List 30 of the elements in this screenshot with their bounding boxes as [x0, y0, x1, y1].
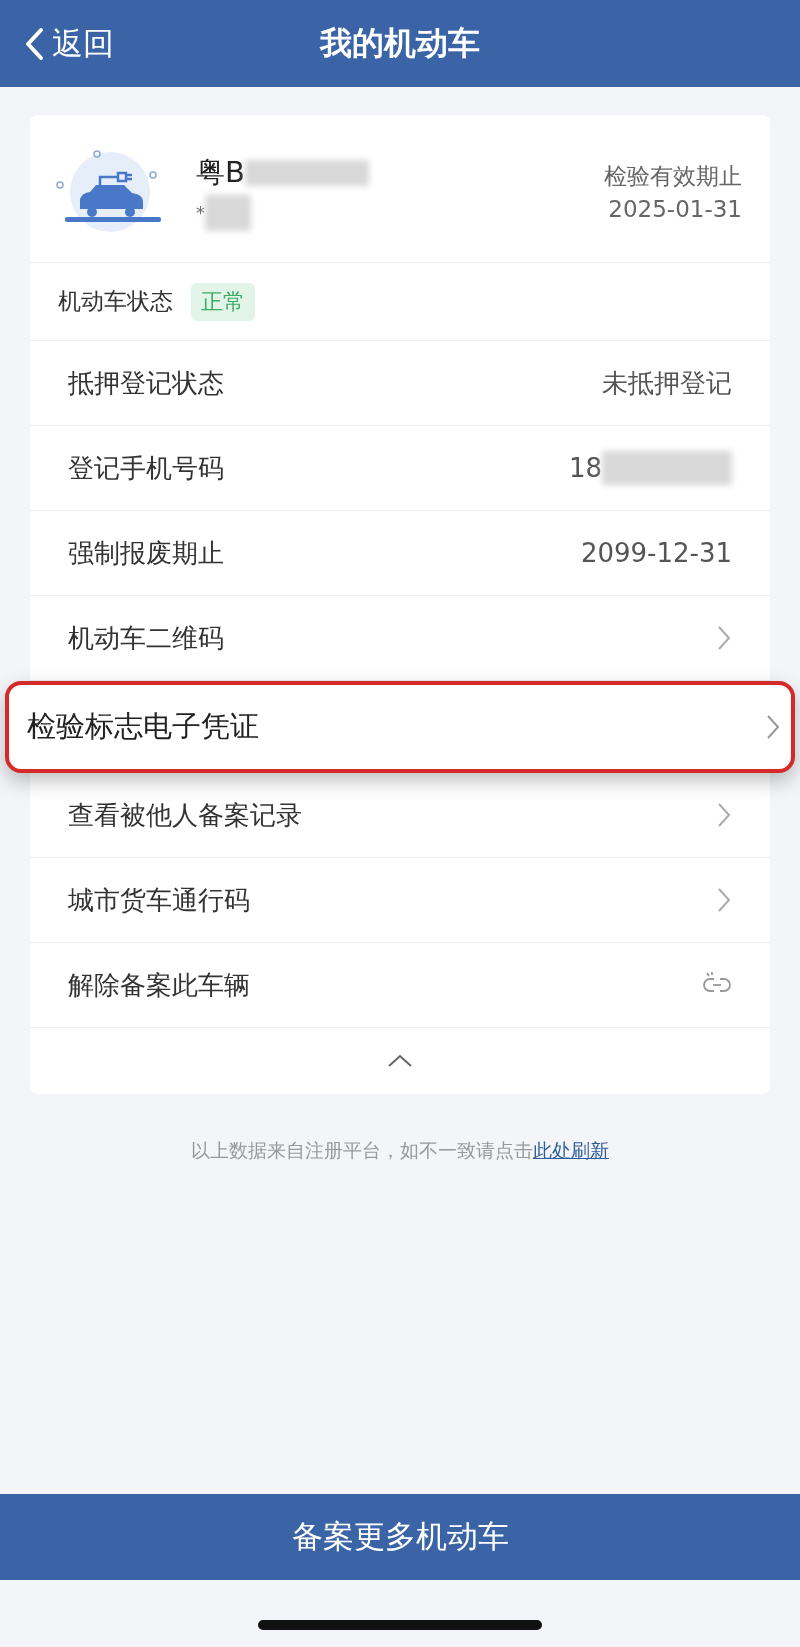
row-label: 强制报废期止: [68, 536, 225, 570]
status-label: 机动车状态: [58, 287, 173, 316]
row-label: 解除备案此车辆: [68, 968, 251, 1002]
redaction-blur: [205, 194, 251, 231]
phone-number: 18: [568, 453, 602, 483]
row-value: 2099-12-31: [580, 538, 732, 568]
chevron-right-icon: [716, 801, 732, 829]
row-label: 检验标志电子凭证: [27, 708, 260, 745]
expiry-label: 检验有效期止: [604, 162, 742, 191]
page-title: 我的机动车: [320, 22, 480, 64]
plate-number: 粤B: [196, 153, 245, 191]
row-label: 查看被他人备案记录: [68, 798, 303, 832]
row-label: 机动车二维码: [68, 621, 225, 655]
back-button[interactable]: 返回: [24, 19, 114, 68]
status-badge: 正常: [191, 282, 255, 321]
chevron-right-icon: [765, 713, 781, 741]
refresh-link[interactable]: 此处刷新: [533, 1139, 609, 1161]
row-label: 登记手机号码: [68, 451, 225, 485]
row-label: 城市货车通行码: [68, 883, 251, 917]
register-more-button[interactable]: 备案更多机动车: [0, 1494, 800, 1580]
row-value: 未抵押登记: [602, 366, 732, 400]
menu-row[interactable]: 检验标志电子凭证: [5, 681, 795, 773]
back-icon: [24, 26, 44, 61]
chevron-right-icon: [716, 624, 732, 652]
collapse-icon[interactable]: [387, 1053, 413, 1069]
footer-note: 以上数据来自注册平台，如不一致请点击此处刷新: [190, 1138, 610, 1163]
row-label: 抵押登记状态: [68, 366, 225, 400]
chevron-right-icon: [716, 886, 732, 914]
owner-name: *: [196, 202, 205, 223]
expiry-date: 2025-01-31: [607, 196, 742, 222]
